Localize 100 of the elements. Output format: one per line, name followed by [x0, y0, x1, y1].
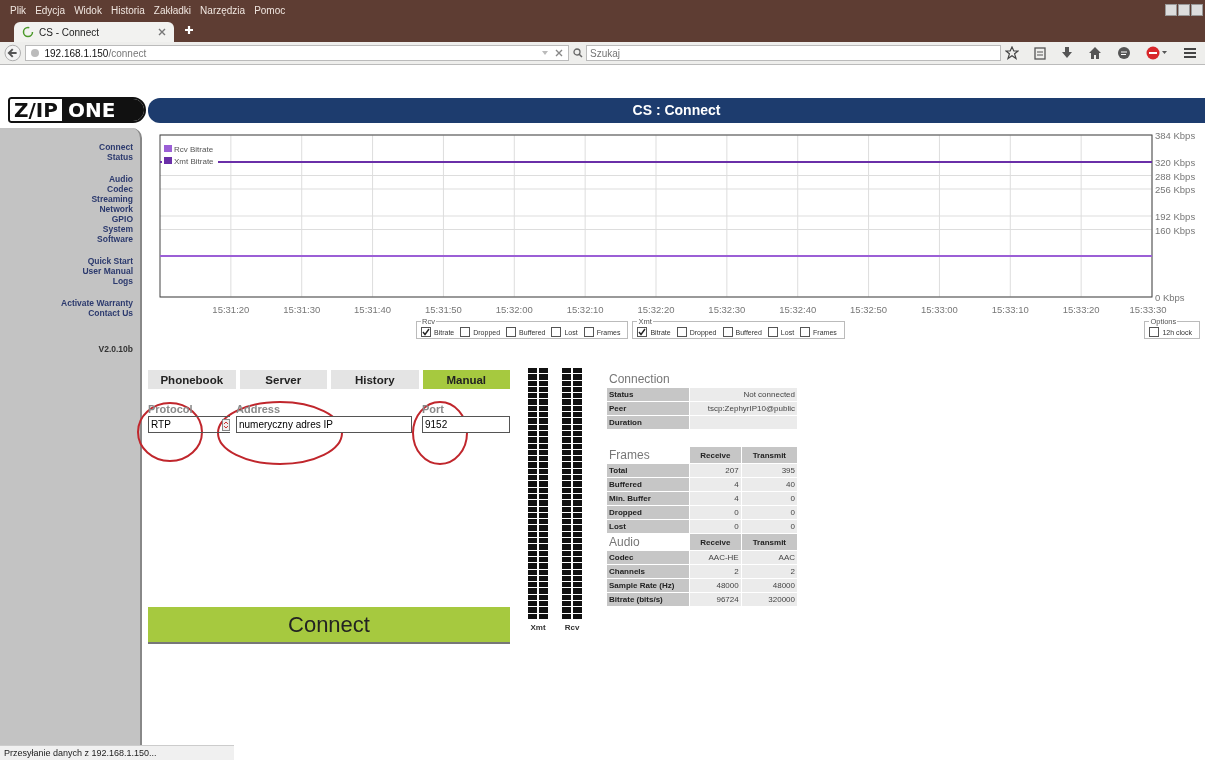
menu-item[interactable]: Narzędzia — [200, 4, 246, 16]
legend-entry: Xmt Bitrate — [164, 157, 214, 166]
checkbox[interactable] — [551, 327, 562, 337]
x-tick-label: 15:32:40 — [779, 304, 817, 315]
table-cell: 0 — [741, 506, 797, 519]
sidebar-link[interactable]: Network — [99, 204, 133, 214]
checkbox[interactable] — [767, 327, 778, 337]
sidebar-link[interactable]: Status — [107, 152, 133, 162]
checkbox[interactable] — [800, 327, 811, 337]
table-cell: 207 — [690, 464, 741, 477]
table-cell: AAC-HE — [690, 551, 741, 564]
menu-item[interactable]: Zakładki — [153, 4, 192, 16]
star-icon[interactable] — [1005, 46, 1019, 60]
sidebar-link[interactable]: System — [102, 224, 133, 234]
x-tick-label: 15:32:20 — [637, 304, 675, 315]
search-icon — [573, 48, 583, 58]
table-cell: 48000 — [741, 579, 797, 592]
table-cell: 2 — [741, 565, 797, 578]
field-label: Port — [422, 403, 444, 416]
checkbox[interactable] — [421, 327, 431, 337]
menu-item[interactable]: Historia — [110, 4, 145, 16]
port-field[interactable]: 9152 — [422, 416, 510, 433]
sidebar-link[interactable]: User Manual — [82, 266, 133, 276]
sidebar-link[interactable]: Contact Us — [88, 308, 133, 318]
sidebar-link[interactable]: Audio — [108, 174, 133, 184]
address-field[interactable]: numeryczny adres IP — [236, 416, 412, 433]
menu-item[interactable]: Plik — [10, 4, 27, 16]
mode-tab[interactable]: Server — [239, 370, 327, 389]
checkbox[interactable] — [1149, 327, 1160, 337]
table-cell: 96724 — [690, 593, 741, 606]
dropdown-clear-icon[interactable] — [542, 49, 564, 57]
checkbox[interactable] — [460, 327, 471, 337]
page-title: CS : Connect — [632, 102, 721, 118]
close-icon[interactable] — [158, 28, 166, 36]
browser-tab[interactable]: CS - Connect — [14, 22, 174, 42]
checkbox[interactable] — [583, 327, 594, 337]
table-cell: Status — [607, 388, 689, 401]
table-cell: Not connected — [690, 388, 797, 401]
loading-icon — [22, 26, 34, 38]
table-cell: Peer — [607, 402, 689, 415]
connect-button[interactable]: Connect — [148, 607, 510, 644]
table-cell: Duration — [607, 416, 689, 429]
x-tick-label: 15:33:30 — [1129, 304, 1167, 315]
y-tick-label: 320 Kbps — [1155, 157, 1196, 168]
checkbox[interactable] — [722, 327, 733, 337]
legend-label: Rcv Bitrate — [174, 145, 214, 154]
version-label: V2.0.10b — [98, 344, 133, 354]
menu-item[interactable]: Widok — [74, 4, 102, 16]
checkbox[interactable] — [637, 327, 648, 337]
table-cell: Buffered — [607, 478, 689, 491]
window-controls-icon[interactable] — [1165, 4, 1203, 16]
sidebar-link[interactable]: Connect — [99, 142, 133, 152]
dropdown-icon — [222, 418, 230, 431]
mode-tab[interactable]: Phonebook — [148, 370, 236, 389]
column-header: Transmit — [741, 534, 797, 550]
table-cell: 0 — [741, 520, 797, 533]
sidebar-link[interactable]: Software — [97, 234, 133, 244]
clipboard-icon[interactable] — [1034, 46, 1046, 60]
sidebar-link[interactable]: Codec — [107, 184, 133, 194]
table-cell: 4 — [690, 492, 741, 505]
table-cell: Sample Rate (Hz) — [607, 579, 689, 592]
meter-label: Xmt — [530, 622, 546, 632]
menu-item[interactable]: Edycja — [35, 4, 66, 16]
table-cell: Channels — [607, 565, 689, 578]
new-tab-icon[interactable] — [184, 25, 194, 35]
x-tick-label: 15:33:00 — [920, 304, 958, 315]
sidebar-link[interactable]: Logs — [112, 276, 133, 286]
x-tick-label: 15:33:10 — [991, 304, 1029, 315]
table-cell: 0 — [690, 520, 741, 533]
section-title: Connection — [608, 371, 671, 387]
table-cell: 0 — [741, 492, 797, 505]
annotation-circle — [136, 400, 204, 464]
download-icon[interactable] — [1061, 46, 1073, 60]
x-tick-label: 15:31:30 — [283, 304, 321, 315]
mode-tab[interactable]: Manual — [422, 370, 510, 389]
checkbox[interactable] — [676, 327, 687, 337]
mode-tab[interactable]: History — [331, 370, 419, 389]
chat-icon[interactable] — [1117, 46, 1131, 60]
url-field[interactable]: 192.168.1.150/connect — [25, 45, 569, 61]
logo: Z/IP ONE — [8, 97, 146, 123]
menu-icon[interactable] — [1183, 46, 1197, 60]
column-header: Transmit — [741, 447, 797, 463]
column-header: Receive — [690, 447, 741, 463]
table-cell: Dropped — [607, 506, 689, 519]
y-tick-label: 0 Kbps — [1155, 292, 1185, 303]
sidebar-link[interactable]: Quick Start — [87, 256, 133, 266]
home-icon[interactable] — [1088, 46, 1102, 60]
meter-label: Rcv — [564, 622, 580, 632]
protocol-select[interactable]: RTP — [148, 416, 230, 433]
sidebar-link[interactable]: Streaming — [91, 194, 133, 204]
menu-item[interactable]: Pomoc — [254, 4, 286, 16]
sidebar-link[interactable]: Activate Warranty — [61, 298, 133, 308]
table-cell: 48000 — [690, 579, 741, 592]
back-icon[interactable] — [4, 44, 22, 62]
checkbox[interactable] — [506, 327, 517, 337]
sidebar-link[interactable]: GPIO — [111, 214, 133, 224]
adblock-icon[interactable] — [1146, 46, 1168, 60]
table-cell: 4 — [690, 478, 741, 491]
table-cell: 2 — [690, 565, 741, 578]
search-field[interactable]: Szukaj — [586, 45, 1001, 61]
